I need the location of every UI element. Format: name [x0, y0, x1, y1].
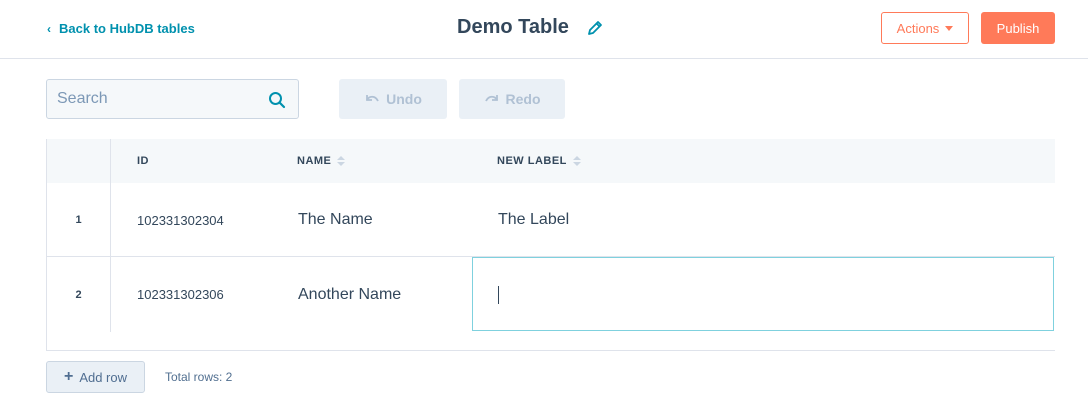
undo-button[interactable]: Undo [339, 79, 447, 119]
row-number: 1 [47, 183, 111, 256]
total-rows-count: Total rows: 2 [165, 370, 233, 384]
text-cursor [498, 286, 499, 304]
cell-name[interactable]: Another Name [298, 257, 401, 332]
plus-icon: + [63, 368, 74, 385]
title-wrap: Demo Table [457, 16, 603, 39]
undo-icon [366, 95, 379, 102]
row-number-header [47, 139, 111, 183]
table-row: 2 102331302306 Another Name [47, 257, 1055, 350]
page-title: Demo Table [457, 16, 569, 38]
column-header-id-label: ID [137, 155, 149, 167]
actions-button-label: Actions [896, 20, 940, 36]
redo-icon [484, 95, 498, 102]
column-header-new-label[interactable]: NEW LABEL [497, 139, 581, 183]
table-row: 1 102331302304 The Name The Label [47, 183, 1055, 257]
back-link-label: Back to HubDB tables [59, 21, 195, 36]
sort-icon[interactable] [572, 156, 581, 166]
search-input[interactable] [57, 89, 257, 109]
undo-label: Undo [386, 91, 422, 107]
search-icon[interactable] [268, 91, 286, 109]
cell-id: 102331302306 [137, 287, 224, 302]
pencil-icon[interactable] [587, 20, 603, 36]
cell-name[interactable]: The Name [298, 183, 373, 257]
cell-new-label-editor[interactable] [472, 257, 1054, 331]
caret-down-icon [945, 25, 954, 31]
publish-button[interactable]: Publish [981, 12, 1055, 44]
sort-icon[interactable] [337, 156, 346, 166]
cell-new-label[interactable]: The Label [498, 183, 569, 257]
chevron-left-icon: ‹ [47, 21, 51, 36]
column-header-name-label: NAME [297, 155, 332, 167]
data-table: ID NAME NEW LABEL 1 102331302304 The Nam… [46, 139, 1055, 351]
add-row-label: Add row [79, 369, 128, 385]
table-header: ID NAME NEW LABEL [47, 139, 1055, 183]
search-box [46, 79, 299, 119]
column-header-new-label-label: NEW LABEL [497, 155, 567, 167]
add-row-button[interactable]: + Add row [46, 361, 145, 393]
cell-id: 102331302304 [137, 212, 224, 228]
redo-button[interactable]: Redo [459, 79, 565, 119]
column-header-name[interactable]: NAME [297, 139, 346, 183]
column-header-id: ID [137, 139, 149, 183]
row-number: 2 [47, 257, 111, 332]
page-header: ‹ Back to HubDB tables Demo Table Action… [0, 0, 1088, 59]
actions-button[interactable]: Actions [881, 12, 969, 44]
redo-label: Redo [505, 91, 541, 107]
back-to-tables-link[interactable]: ‹ Back to HubDB tables [47, 21, 195, 36]
